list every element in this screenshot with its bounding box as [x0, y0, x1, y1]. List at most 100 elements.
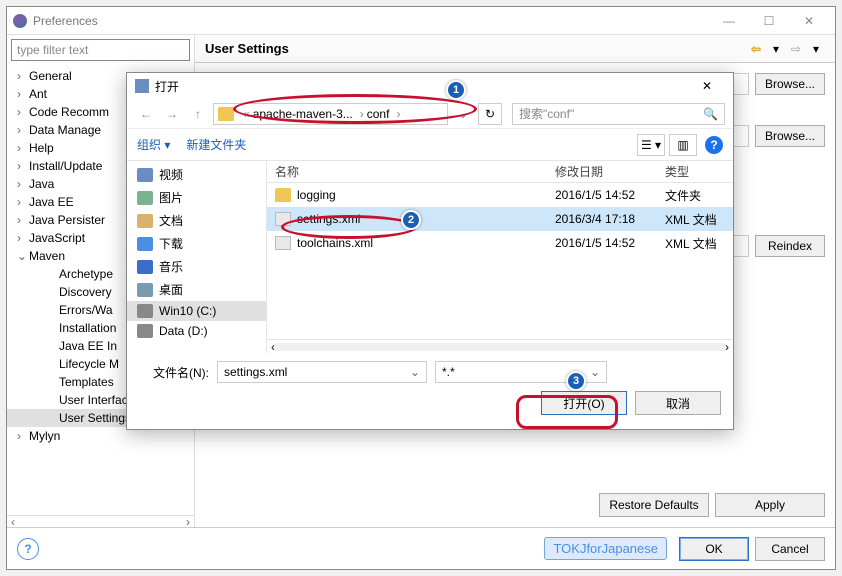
dialog-icon — [135, 79, 149, 93]
maximize-button[interactable]: ☐ — [749, 9, 789, 33]
crumb-segment[interactable]: conf — [367, 107, 390, 121]
crumb-segment[interactable]: apache-maven-3... — [253, 107, 353, 121]
scroll-right-icon[interactable]: › — [182, 515, 194, 529]
col-date[interactable]: 修改日期 — [547, 163, 657, 180]
sidebar-item[interactable]: 图片 — [127, 186, 266, 209]
open-button[interactable]: 打开(O) — [541, 391, 627, 415]
scroll-right-icon[interactable]: › — [725, 340, 729, 354]
tree-label: Discovery — [59, 285, 112, 299]
chevron-down-icon[interactable]: ⌄ — [410, 365, 420, 379]
tree-label: Java — [29, 177, 54, 191]
tree-label: Ant — [29, 87, 47, 101]
search-input[interactable]: 搜索"conf" 🔍 — [512, 103, 725, 125]
drive-icon — [137, 324, 153, 338]
search-placeholder: 搜索"conf" — [519, 105, 574, 122]
chevron-icon: › — [17, 195, 29, 209]
minimize-button[interactable]: — — [709, 9, 749, 33]
view-options-button[interactable]: ☰ ▾ — [637, 134, 665, 156]
tree-label: Java EE In — [59, 339, 117, 353]
sidebar-item[interactable]: 桌面 — [127, 278, 266, 301]
nav-up-button[interactable]: ↑ — [187, 103, 209, 125]
list-hscroll[interactable]: ‹› — [267, 339, 733, 353]
dialog-close-button[interactable]: ✕ — [689, 75, 725, 97]
chevron-icon: › — [17, 213, 29, 227]
sidebar-item[interactable]: 文档 — [127, 209, 266, 232]
dialog-sidebar[interactable]: 视频图片文档下载音乐桌面 Win10 (C:)Data (D:) — [127, 161, 267, 353]
tree-label: Data Manage — [29, 123, 101, 137]
chevron-down-icon[interactable]: ⌄ — [590, 365, 600, 379]
refresh-button[interactable]: ↻ — [478, 103, 502, 125]
help-button[interactable]: ? — [17, 538, 39, 560]
nav-fwd-menu[interactable]: ▾ — [807, 40, 825, 58]
ok-button[interactable]: OK — [679, 537, 749, 561]
tree-label: User Interface — [59, 393, 134, 407]
sidebar-item[interactable]: Win10 (C:) — [127, 301, 266, 321]
restore-defaults-button[interactable]: Restore Defaults — [599, 493, 709, 517]
browse-user-button[interactable]: Browse... — [755, 125, 825, 147]
nav-fwd-icon[interactable]: ⇨ — [787, 40, 805, 58]
nav-back-button[interactable]: ← — [135, 103, 157, 125]
nav-forward-button[interactable]: → — [161, 103, 183, 125]
cancel-button[interactable]: Cancel — [755, 537, 825, 561]
apply-button[interactable]: Apply — [715, 493, 825, 517]
file-name: toolchains.xml — [297, 236, 373, 250]
preferences-titlebar: Preferences — ☐ ✕ — [7, 7, 835, 35]
file-row[interactable]: logging2016/1/5 14:52文件夹 — [267, 183, 733, 207]
chevron-icon: › — [17, 87, 29, 101]
new-folder-button[interactable]: 新建文件夹 — [186, 136, 246, 153]
scroll-left-icon[interactable]: ‹ — [7, 515, 19, 529]
browse-global-button[interactable]: Browse... — [755, 73, 825, 95]
chevron-icon: › — [17, 177, 29, 191]
nav-back-menu[interactable]: ▾ — [767, 40, 785, 58]
chevron-icon: › — [17, 105, 29, 119]
preview-pane-button[interactable]: ▥ — [669, 134, 697, 156]
filter-input[interactable]: type filter text — [11, 39, 190, 61]
image-icon — [137, 191, 153, 205]
search-icon: 🔍 — [703, 107, 718, 121]
chevron-icon: ⌄ — [17, 249, 29, 263]
dialog-footer: 文件名(N): settings.xml⌄ *.*⌄ 打开(O) 取消 — [127, 353, 733, 423]
chevron-icon: › — [17, 141, 29, 155]
col-name[interactable]: 名称 — [267, 163, 547, 180]
cancel-dialog-button[interactable]: 取消 — [635, 391, 721, 415]
sidebar-label: 视频 — [159, 166, 183, 183]
file-date: 2016/1/5 14:52 — [547, 188, 657, 202]
video-icon — [137, 168, 153, 182]
file-row[interactable]: toolchains.xml2016/1/5 14:52XML 文档 — [267, 231, 733, 255]
tree-hscroll[interactable]: ‹ › — [7, 515, 194, 527]
annotation-badge-3: 3 — [566, 371, 586, 391]
breadcrumb-dropdown[interactable]: ⌄ — [452, 103, 474, 125]
column-headers: 名称 修改日期 类型 — [267, 161, 733, 183]
file-row[interactable]: settings.xml2016/3/4 17:18XML 文档 — [267, 207, 733, 231]
tree-label: Lifecycle M — [59, 357, 119, 371]
tree-label: Archetype — [59, 267, 113, 281]
sidebar-label: 下载 — [159, 235, 183, 252]
col-type[interactable]: 类型 — [657, 163, 733, 180]
file-icon — [275, 212, 291, 226]
filename-label: 文件名(N): — [139, 364, 209, 381]
preferences-header: User Settings ⇦▾ ⇨▾ — [195, 35, 835, 63]
music-icon — [137, 260, 153, 274]
sidebar-label: 桌面 — [159, 281, 183, 298]
annotation-badge-2: 2 — [401, 210, 421, 230]
reindex-button[interactable]: Reindex — [755, 235, 825, 257]
close-button[interactable]: ✕ — [789, 9, 829, 33]
watermark: TOKJforJapanese — [544, 537, 667, 560]
breadcrumb[interactable]: «apache-maven-3... ›conf › — [213, 103, 448, 125]
dialog-title: 打开 — [155, 78, 179, 95]
chevron-icon: › — [17, 123, 29, 137]
sidebar-item[interactable]: 下载 — [127, 232, 266, 255]
annotation-badge-1: 1 — [446, 80, 466, 100]
preferences-footer: ? TOKJforJapanese OK Cancel — [7, 527, 835, 569]
sidebar-item[interactable]: 音乐 — [127, 255, 266, 278]
organize-menu[interactable]: 组织 ▾ — [137, 136, 170, 153]
drive-icon — [137, 304, 153, 318]
sidebar-item[interactable]: Data (D:) — [127, 321, 266, 341]
chevron-icon: › — [17, 159, 29, 173]
help-icon[interactable]: ? — [705, 136, 723, 154]
folder-icon — [218, 107, 234, 121]
sidebar-item[interactable]: 视频 — [127, 163, 266, 186]
nav-back-icon[interactable]: ⇦ — [747, 40, 765, 58]
folder-icon — [275, 188, 291, 202]
filename-input[interactable]: settings.xml⌄ — [217, 361, 427, 383]
